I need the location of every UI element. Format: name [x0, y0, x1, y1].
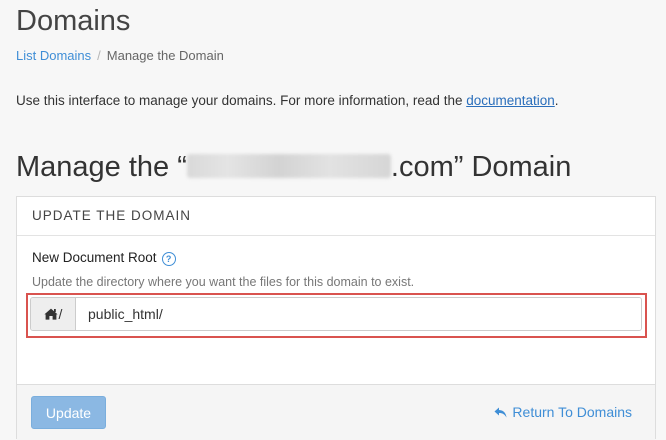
- section-title-suffix: .com” Domain: [390, 151, 572, 183]
- section-title-prefix: Manage the “: [16, 151, 187, 183]
- breadcrumb-separator: /: [97, 48, 101, 63]
- breadcrumb: List Domains / Manage the Domain: [16, 48, 224, 64]
- panel-heading: UPDATE THE DOMAIN: [17, 197, 655, 236]
- return-to-domains-label: Return To Domains: [512, 404, 632, 420]
- document-root-input-group: /: [30, 297, 642, 331]
- update-domain-panel: UPDATE THE DOMAIN New Document Root? Upd…: [16, 196, 656, 440]
- intro-text-suffix: .: [554, 93, 559, 108]
- help-circle-icon[interactable]: ?: [161, 252, 176, 266]
- intro-text: Use this interface to manage your domain…: [16, 93, 559, 109]
- breadcrumb-list-domains-link[interactable]: List Domains: [16, 48, 91, 63]
- breadcrumb-current: Manage the Domain: [106, 48, 224, 63]
- document-root-label: New Document Root?: [32, 250, 176, 266]
- page-title: Domains: [16, 5, 131, 37]
- redacted-domain-name: [186, 154, 391, 178]
- document-root-prefix-slash: /: [58, 306, 63, 322]
- document-root-input[interactable]: [76, 298, 641, 330]
- document-root-label-text: New Document Root: [32, 250, 157, 265]
- document-root-hint: Update the directory where you want the …: [32, 275, 415, 289]
- document-root-prefix-addon: /: [31, 298, 76, 330]
- reply-arrow-icon: [494, 407, 507, 417]
- documentation-link[interactable]: documentation: [466, 93, 555, 108]
- update-button[interactable]: Update: [31, 396, 106, 429]
- intro-text-body: Use this interface to manage your domain…: [16, 93, 467, 108]
- panel-footer: Update Return To Domains: [17, 384, 655, 440]
- section-title: Manage the “ .com” Domain: [16, 150, 571, 184]
- home-icon: [43, 308, 58, 320]
- panel-body: New Document Root? Update the directory …: [17, 236, 655, 384]
- return-to-domains-link[interactable]: Return To Domains: [494, 404, 632, 420]
